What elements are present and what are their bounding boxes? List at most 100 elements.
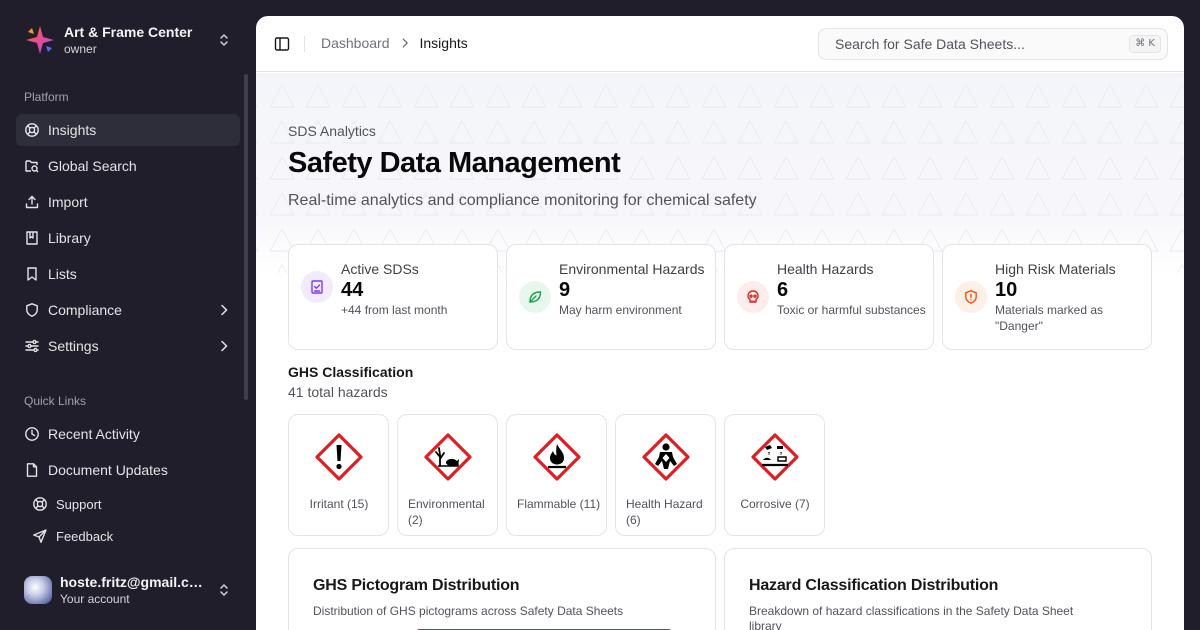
- stat-label: Active SDSs: [341, 261, 419, 277]
- stat-icon-badge: [955, 281, 987, 313]
- search-shortcut-badge: ⌘ K: [1129, 35, 1161, 53]
- breadcrumb-dashboard[interactable]: Dashboard: [321, 35, 390, 51]
- sidebar-item-label: Support: [56, 496, 102, 512]
- sidebar-item-compliance[interactable]: Compliance: [16, 294, 240, 326]
- org-switcher[interactable]: Art & Frame Center owner: [16, 16, 240, 64]
- sidebar-item-feedback[interactable]: Feedback: [24, 522, 240, 550]
- chevron-right-icon: [221, 304, 228, 316]
- sidebar-item-support[interactable]: Support: [24, 490, 240, 518]
- stat-value: 10: [995, 279, 1018, 301]
- chevron-right-icon: [402, 38, 408, 48]
- stat-card-environmental-hazards[interactable]: Environmental Hazards 9 May harm environ…: [506, 244, 716, 350]
- settings-icon: [25, 339, 39, 353]
- sidebar-item-label: Feedback: [56, 528, 114, 544]
- org-logo-icon: [26, 26, 54, 54]
- stat-icon-badge: [519, 281, 551, 313]
- health-hazard-pictogram-icon: [642, 433, 690, 481]
- stat-card-active-sdss[interactable]: Active SDSs 44 +44 from last month: [288, 244, 498, 350]
- environment-pictogram-icon: [424, 433, 472, 481]
- skull-icon: [747, 290, 759, 303]
- bookmark-icon: [27, 267, 37, 281]
- stat-card-high-risk-materials[interactable]: High Risk Materials 10 Materials marked …: [942, 244, 1152, 350]
- sidebar-item-label: Library: [48, 230, 91, 246]
- sidebar-item-insights[interactable]: Insights: [16, 114, 240, 146]
- ghs-pictogram-health-hazard[interactable]: Health Hazard (6): [615, 414, 716, 536]
- card-title: GHS Pictogram Distribution: [313, 577, 520, 594]
- upload-icon: [25, 195, 39, 209]
- insights-icon: [25, 123, 39, 137]
- sidebar: Art & Frame Center owner Platform Insigh…: [0, 0, 256, 630]
- sidebar-item-lists[interactable]: Lists: [16, 258, 240, 290]
- sidebar-item-label: Lists: [48, 266, 77, 282]
- leaf-icon: [529, 291, 542, 303]
- sidebar-item-settings[interactable]: Settings: [16, 330, 240, 362]
- chevrons-up-down-icon: [220, 34, 228, 46]
- stat-value: 6: [777, 279, 789, 301]
- top-bar: Dashboard Insights ⌘ K: [256, 16, 1184, 72]
- ghs-pictogram-flammable[interactable]: Flammable (11): [506, 414, 607, 536]
- quick-link-document-updates[interactable]: Document Updates: [16, 454, 240, 478]
- quick-links-nav: Recent Activity Document Updates: [16, 418, 240, 478]
- quick-links-group-label: Quick Links: [24, 394, 87, 408]
- sidebar-item-label: Insights: [48, 122, 97, 138]
- stat-note: +44 from last month: [341, 303, 448, 317]
- ghs-pictogram-distribution-card: GHS Pictogram Distribution Distribution …: [288, 548, 716, 630]
- sidebar-item-import[interactable]: Import: [16, 186, 240, 218]
- account-menu[interactable]: hoste.fritz@gmail.com Your account: [16, 566, 240, 614]
- checklist-icon: [311, 280, 323, 294]
- clock-icon: [25, 427, 39, 441]
- sidebar-item-label: Global Search: [48, 158, 137, 174]
- stat-icon-badge: [737, 281, 769, 313]
- quick-link-recent-activity[interactable]: Recent Activity: [16, 418, 240, 450]
- sidebar-item-label: Import: [48, 194, 88, 210]
- sidebar-item-library[interactable]: Library: [16, 222, 240, 254]
- ghs-pictogram-irritant[interactable]: Irritant (15): [288, 414, 389, 536]
- sidebar-scrollbar[interactable]: [244, 74, 248, 400]
- shield-alert-icon: [965, 290, 977, 304]
- divider: [304, 36, 305, 52]
- page-eyebrow: SDS Analytics: [288, 123, 376, 139]
- account-subtitle: Your account: [60, 592, 130, 606]
- stat-note: May harm environment: [559, 303, 682, 317]
- account-email: hoste.fritz@gmail.com: [60, 574, 208, 590]
- secondary-nav: Support Feedback: [24, 490, 240, 554]
- page-subtitle: Real-time analytics and compliance monit…: [288, 192, 757, 209]
- ghs-pictogram-label: Environmental (2): [408, 497, 485, 527]
- stat-label: Health Hazards: [777, 261, 874, 277]
- stat-label: Environmental Hazards: [559, 261, 705, 277]
- card-description: Distribution of GHS pictograms across Sa…: [313, 604, 624, 618]
- page-title: Safety Data Management: [288, 147, 621, 179]
- ghs-pictogram-label: Health Hazard (6): [626, 497, 703, 527]
- ghs-pictogram-corrosive[interactable]: Corrosive (7): [724, 414, 825, 536]
- stat-card-health-hazards[interactable]: Health Hazards 6 Toxic or harmful substa…: [724, 244, 934, 350]
- exclamation-mark-pictogram-icon: [315, 433, 363, 481]
- corrosion-pictogram-icon: [751, 433, 799, 481]
- main-panel: Dashboard Insights ⌘ K SDS Analytics Saf…: [256, 16, 1184, 630]
- insights-content: SDS Analytics Safety Data Management Rea…: [256, 73, 1184, 630]
- flame-pictogram-icon: [533, 433, 581, 481]
- stat-value: 9: [559, 279, 571, 301]
- ghs-pictogram-environmental[interactable]: Environmental (2): [397, 414, 498, 536]
- breadcrumb-insights: Insights: [419, 35, 468, 51]
- search-box[interactable]: ⌘ K: [818, 28, 1168, 60]
- hazard-classification-distribution-card: Hazard Classification Distribution Break…: [724, 548, 1152, 630]
- search-input[interactable]: [835, 36, 1125, 52]
- sidebar-toggle-icon[interactable]: [274, 36, 290, 52]
- card-description: Breakdown of hazard classifications in t…: [749, 604, 1074, 630]
- org-role: owner: [64, 42, 97, 56]
- ghs-pictogram-label: Corrosive (7): [740, 497, 810, 511]
- sidebar-item-global-search[interactable]: Global Search: [16, 150, 240, 182]
- sidebar-item-label: Settings: [48, 338, 99, 354]
- platform-group-label: Platform: [24, 90, 69, 104]
- chevrons-up-down-icon: [220, 584, 228, 596]
- send-icon: [33, 529, 47, 543]
- ghs-total-count: 41 total hazards: [288, 384, 388, 400]
- ghs-pictogram-label: Flammable (11): [517, 497, 601, 511]
- stat-cards: Active SDSs 44 +44 from last month Envir…: [288, 244, 1152, 350]
- card-title: Hazard Classification Distribution: [749, 577, 999, 594]
- stat-note: Toxic or harmful substances: [777, 303, 926, 317]
- global-search-icon: [25, 160, 39, 173]
- book-icon: [26, 231, 38, 245]
- breadcrumb: Dashboard Insights: [321, 35, 468, 51]
- org-name: Art & Frame Center: [64, 24, 193, 40]
